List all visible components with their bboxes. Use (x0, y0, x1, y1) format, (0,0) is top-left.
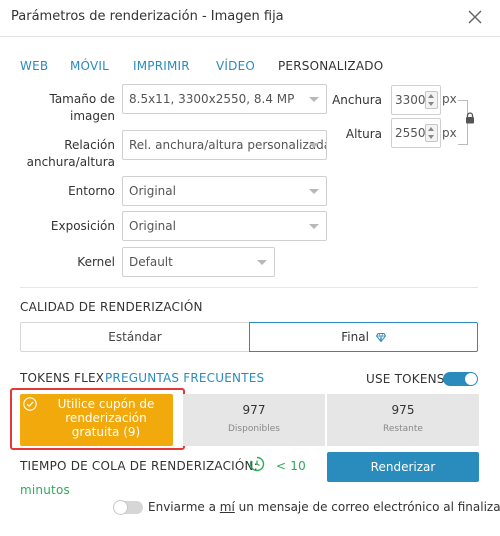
email-text-before: Enviarme a (148, 500, 220, 514)
caret-down-icon (309, 224, 319, 229)
height-label: Altura (345, 127, 382, 141)
quality-heading: CALIDAD DE RENDERIZACIÓN (20, 300, 203, 314)
email-text-after: un mensaje de correo electrónico al fina… (234, 500, 500, 514)
aspect-ratio-value: Rel. anchura/altura personalizada (129, 138, 327, 152)
quality-final-button[interactable]: Final (249, 322, 478, 352)
caret-down-icon (309, 97, 319, 102)
caret-down-icon (309, 143, 319, 148)
quality-standard-label: Estándar (108, 330, 162, 344)
kernel-select[interactable]: Default (122, 247, 275, 277)
environment-select[interactable]: Original (122, 176, 327, 206)
tokens-available-label: Disponibles (228, 424, 280, 434)
spin-down-icon (428, 135, 434, 139)
width-stepper[interactable]: 3300 (391, 85, 441, 115)
height-unit: px (442, 126, 457, 140)
tokens-remaining-value: 975 (391, 403, 415, 417)
spin-up-icon (428, 127, 434, 131)
caret-down-icon (257, 260, 267, 265)
environment-label: Entorno (68, 184, 115, 198)
highlight-box (10, 388, 185, 450)
tab-video[interactable]: VÍDEO (216, 59, 255, 73)
lock-icon[interactable] (465, 112, 475, 124)
kernel-label: Kernel (77, 255, 115, 269)
caret-down-icon (309, 189, 319, 194)
tab-movil[interactable]: MÓVIL (70, 59, 109, 73)
image-size-value: 8.5x11, 3300x2550, 8.4 MP (129, 92, 295, 106)
toggle-knob (464, 372, 478, 386)
quality-final-label: Final (341, 330, 369, 344)
email-notify-toggle[interactable] (113, 500, 143, 515)
image-size-label: Tamaño de imagen (49, 92, 115, 123)
tab-web[interactable]: WEB (20, 59, 48, 73)
quality-standard-button[interactable]: Estándar (20, 322, 249, 352)
clock-icon (249, 456, 265, 472)
queue-time-value: < 10 (276, 459, 306, 473)
tokens-available-value: 977 (242, 403, 266, 417)
tokens-available-box: 977 Disponibles (183, 394, 325, 446)
render-button[interactable]: Renderizar (327, 452, 479, 482)
aspect-ratio-label: Relación anchura/altura (26, 138, 115, 169)
width-unit: px (442, 92, 457, 106)
tokens-remaining-label: Restante (383, 424, 423, 434)
width-spin-buttons[interactable] (425, 91, 438, 109)
email-text-emphasis: mí (219, 500, 235, 514)
height-spin-buttons[interactable] (425, 124, 438, 142)
section-divider (20, 287, 478, 288)
faq-link[interactable]: PREGUNTAS FRECUENTES (105, 371, 264, 385)
use-tokens-toggle[interactable] (443, 372, 478, 386)
window-title: Parámetros de renderización - Imagen fij… (11, 9, 284, 24)
spin-down-icon (428, 102, 434, 106)
email-notify-label: Enviarme a mí un mensaje de correo elect… (148, 500, 500, 514)
aspect-ratio-select[interactable]: Rel. anchura/altura personalizada (122, 130, 327, 160)
height-value: 2550 (395, 126, 426, 140)
width-label: Anchura (332, 93, 382, 107)
tab-personalizado[interactable]: PERSONALIZADO (278, 59, 383, 73)
close-icon[interactable] (466, 8, 484, 26)
height-stepper[interactable]: 2550 (391, 118, 441, 148)
use-tokens-label: USE TOKENS (366, 372, 445, 386)
width-value: 3300 (395, 93, 426, 107)
tokens-remaining-box: 975 Restante (327, 394, 479, 446)
exposure-value: Original (129, 219, 176, 233)
spin-up-icon (428, 94, 434, 98)
queue-time-label: TIEMPO DE COLA DE RENDERIZACIÓN: (20, 459, 258, 473)
title-bar: Parámetros de renderización - Imagen fij… (0, 0, 500, 37)
diamond-icon (375, 333, 386, 342)
exposure-label: Exposición (50, 219, 115, 233)
tab-imprimir[interactable]: IMPRIMIR (133, 59, 190, 73)
toggle-knob (113, 500, 128, 515)
kernel-value: Default (129, 255, 173, 269)
queue-time-unit: minutos (20, 483, 70, 497)
tokens-heading: TOKENS FLEX (20, 371, 105, 385)
exposure-select[interactable]: Original (122, 211, 327, 241)
environment-value: Original (129, 184, 176, 198)
image-size-select[interactable]: 8.5x11, 3300x2550, 8.4 MP (122, 84, 327, 114)
